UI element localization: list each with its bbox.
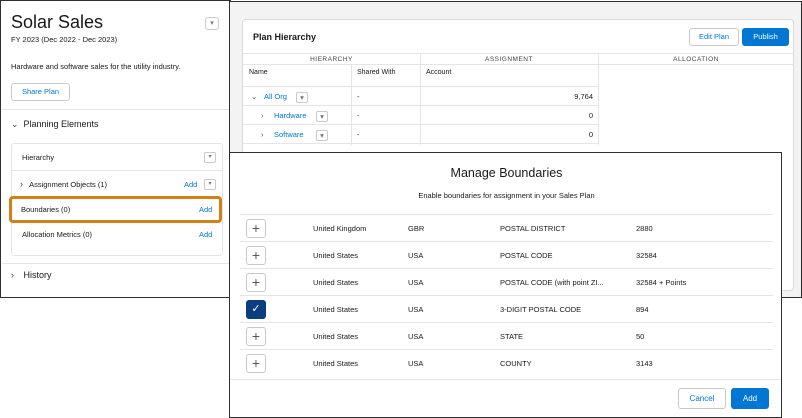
boundary-type: 3-DIGIT POSTAL CODE: [500, 305, 582, 314]
modal-subtitle: Enable boundaries for assignment in your…: [418, 191, 595, 200]
boundary-country: United States: [313, 305, 359, 314]
shared-with-value: -: [357, 130, 360, 139]
boundary-count: 2880: [636, 224, 653, 233]
share-plan-button[interactable]: Share Plan: [11, 83, 70, 101]
publish-button[interactable]: Publish: [742, 28, 789, 46]
chevron-right-icon[interactable]: ›: [261, 125, 264, 144]
fiscal-year: FY 2023 (Dec 2022 - Dec 2023): [11, 35, 118, 44]
row-dropdown-icon[interactable]: ▾: [296, 92, 308, 103]
chevron-right-icon: ›: [20, 179, 23, 189]
planning-elements-label: Planning Elements: [23, 119, 99, 129]
hierarchy-group-header: HIERARCHY: [243, 53, 420, 65]
assignment-objects-toggle[interactable]: › Assignment Objects (1): [20, 179, 107, 189]
account-value: 0: [588, 111, 593, 120]
boundary-count: 32584: [636, 251, 657, 260]
boundary-row: ✓ United States USA 3-DIGIT POSTAL CODE …: [240, 295, 773, 322]
manage-boundaries-modal: Manage Boundaries Enable boundaries for …: [229, 152, 782, 418]
boundary-count: 32584 + Points: [636, 278, 687, 287]
hierarchy-dropdown-icon[interactable]: ▾: [204, 152, 216, 163]
plan-menu-dropdown-icon[interactable]: ▾: [205, 17, 219, 30]
table-row[interactable]: › Hardware ▾ - 0: [243, 105, 598, 124]
plan-description: Hardware and software sales for the util…: [11, 62, 181, 71]
hierarchy-label: Hierarchy: [22, 153, 55, 162]
divider: [12, 170, 222, 171]
allocation-group-header: ALLOCATION: [598, 53, 794, 65]
plus-icon[interactable]: +: [246, 354, 266, 373]
boundary-count: 894: [636, 305, 649, 314]
boundaries-add-link[interactable]: Add: [199, 205, 212, 214]
cancel-button[interactable]: Cancel: [678, 388, 726, 409]
history-label: History: [23, 270, 52, 280]
plus-icon[interactable]: +: [246, 219, 266, 238]
divider: [2, 109, 230, 110]
plan-title: Solar Sales: [11, 12, 104, 32]
shared-with-column-header[interactable]: Shared With: [357, 65, 396, 80]
boundary-row: + United Kingdom GBR POSTAL DISTRICT 288…: [240, 214, 773, 241]
boundary-row: + United States USA STATE 50: [240, 322, 773, 349]
account-value: 9,764: [574, 92, 593, 101]
chevron-down-icon: ⌄: [11, 119, 19, 129]
row-dropdown-icon[interactable]: ▾: [316, 130, 328, 141]
allocation-metrics-add-link[interactable]: Add: [199, 230, 212, 239]
boundary-country: United Kingdom: [313, 224, 367, 233]
boundary-country: United States: [313, 332, 359, 341]
divider: [598, 53, 599, 145]
boundary-country: United States: [313, 251, 359, 260]
table-row[interactable]: › Software ▾ - 0: [243, 124, 598, 143]
boundaries-label: Boundaries (0): [21, 205, 71, 214]
divider: [2, 263, 230, 264]
boundary-type: POSTAL CODE: [500, 251, 553, 260]
chevron-down-icon[interactable]: ⌄: [251, 87, 257, 106]
assignment-objects-label: Assignment Objects (1): [29, 180, 108, 189]
boundary-row: + United States USA COUNTY 3143: [240, 349, 773, 376]
account-column-header[interactable]: Account: [426, 65, 451, 80]
boundary-country-code: USA: [408, 332, 424, 341]
assignment-objects-dropdown-icon[interactable]: ▾: [204, 179, 216, 190]
boundary-country-code: USA: [408, 359, 424, 368]
check-icon[interactable]: ✓: [246, 300, 266, 319]
plus-icon[interactable]: +: [246, 327, 266, 346]
chevron-right-icon[interactable]: ›: [261, 106, 264, 125]
boundary-type: COUNTY: [500, 359, 532, 368]
plus-icon[interactable]: +: [246, 273, 266, 292]
add-button[interactable]: Add: [731, 388, 769, 409]
boundary-count: 3143: [636, 359, 653, 368]
name-column-header[interactable]: Name: [249, 65, 268, 80]
edit-plan-button[interactable]: Edit Plan: [689, 28, 739, 46]
plan-hierarchy-title: Plan Hierarchy: [253, 32, 317, 42]
hierarchy-node-link[interactable]: Software: [274, 125, 304, 144]
boundary-type: POSTAL DISTRICT: [500, 224, 566, 233]
boundary-row: + United States USA POSTAL CODE (with po…: [240, 268, 773, 295]
history-toggle[interactable]: › History: [11, 270, 52, 280]
boundaries-highlight: Boundaries (0) Add: [9, 196, 222, 223]
hierarchy-node-link[interactable]: Hardware: [274, 106, 307, 125]
chevron-right-icon: ›: [11, 270, 14, 280]
boundary-country-code: GBR: [408, 224, 425, 233]
divider: [243, 143, 598, 144]
account-value: 0: [588, 130, 593, 139]
boundary-country: United States: [313, 359, 359, 368]
boundary-row: + United States USA POSTAL CODE 32584: [240, 241, 773, 268]
modal-title: Manage Boundaries: [450, 166, 563, 180]
assignment-objects-add-link[interactable]: Add: [184, 180, 197, 189]
table-row[interactable]: ⌄ All Org ▾ - 9,764: [243, 86, 598, 105]
boundary-type: STATE: [500, 332, 524, 341]
shared-with-value: -: [357, 92, 360, 101]
boundary-country-code: USA: [408, 251, 424, 260]
boundary-count: 50: [636, 332, 645, 341]
boundary-country-code: USA: [408, 305, 424, 314]
modal-footer: Cancel Add: [230, 379, 781, 417]
allocation-metrics-label: Allocation Metrics (0): [22, 230, 93, 239]
boundary-country-code: USA: [408, 278, 424, 287]
shared-with-value: -: [357, 111, 360, 120]
planning-elements-toggle[interactable]: ⌄ Planning Elements: [11, 119, 99, 130]
plan-details-panel: Solar Sales ▾ FY 2023 (Dec 2022 - Dec 20…: [0, 0, 231, 298]
hierarchy-node-link[interactable]: All Org: [264, 87, 287, 106]
boundary-country: United States: [313, 278, 359, 287]
plus-icon[interactable]: +: [246, 246, 266, 265]
boundary-type: POSTAL CODE (with point ZI...: [500, 278, 604, 287]
assignment-group-header: ASSIGNMENT: [420, 53, 598, 65]
row-dropdown-icon[interactable]: ▾: [316, 111, 328, 122]
